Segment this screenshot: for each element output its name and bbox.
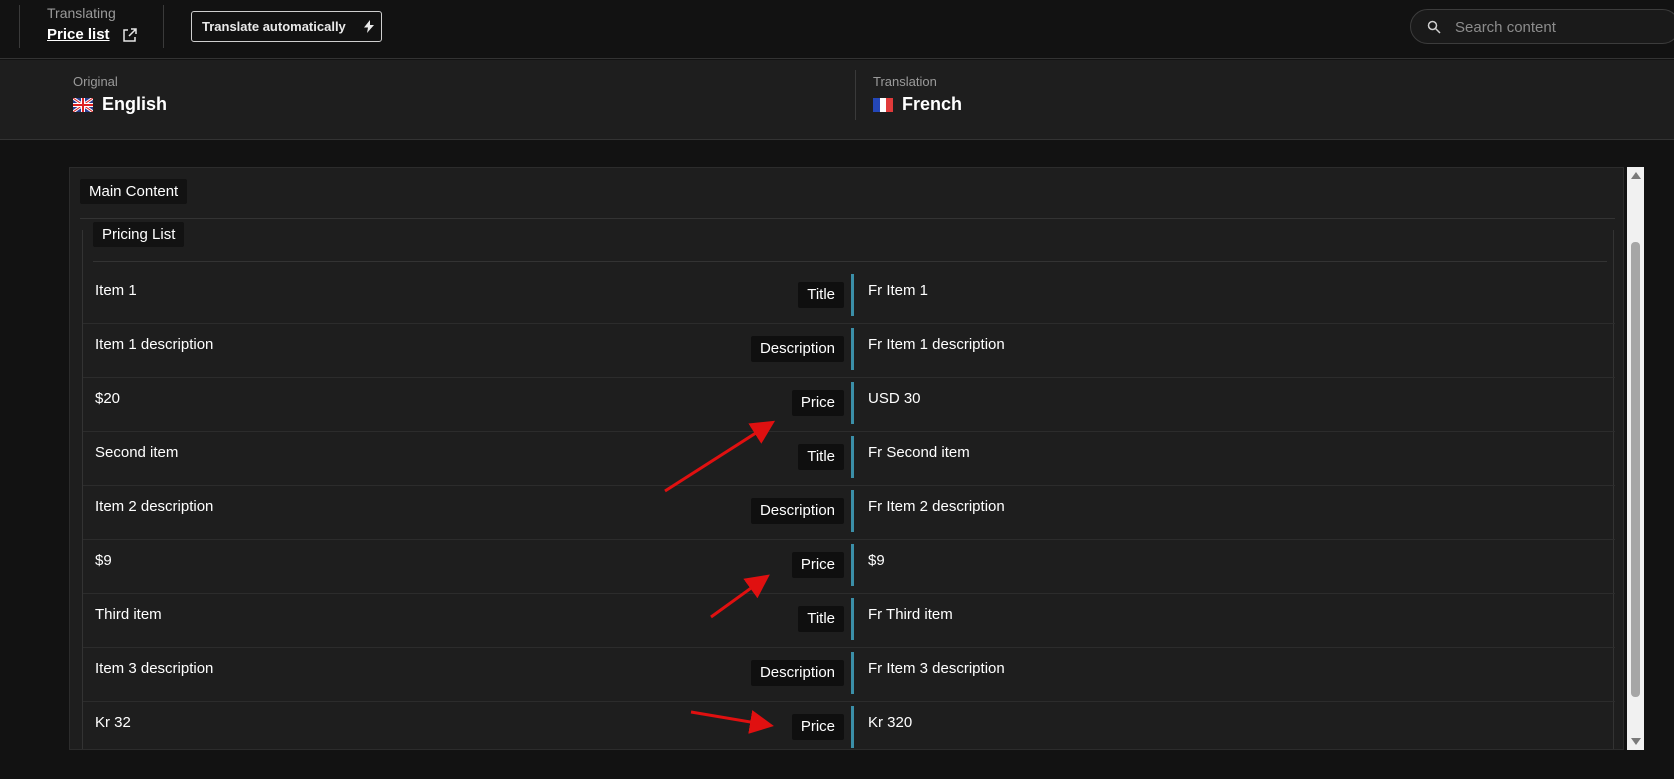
translation-text[interactable]: Fr Third item bbox=[868, 606, 953, 623]
original-text: Item 1 bbox=[95, 282, 137, 299]
accent-bar bbox=[851, 544, 854, 586]
original-language: Original English bbox=[73, 74, 167, 115]
field-type-tag: Description bbox=[750, 660, 844, 686]
lightning-icon bbox=[363, 20, 374, 33]
field-type-tag: Price bbox=[791, 390, 844, 416]
translation-text[interactable]: USD 30 bbox=[868, 390, 921, 407]
translation-text[interactable]: Fr Second item bbox=[868, 444, 970, 461]
language-header: Original English Translation French bbox=[0, 60, 1674, 140]
translation-text[interactable]: Fr Item 1 bbox=[868, 282, 928, 299]
translating-label: Translating bbox=[47, 5, 116, 21]
accent-bar bbox=[851, 274, 854, 316]
table-row: Item 3 description Description Fr Item 3… bbox=[83, 648, 1615, 702]
field-type-tag: Title bbox=[798, 606, 844, 632]
translation-text[interactable]: Fr Item 2 description bbox=[868, 498, 1005, 515]
table-row: Item 2 description Description Fr Item 2… bbox=[83, 486, 1615, 540]
table-row: Second item Title Fr Second item bbox=[83, 432, 1615, 486]
search-input[interactable] bbox=[1455, 15, 1665, 39]
original-text: Item 1 description bbox=[95, 336, 214, 353]
original-text: Third item bbox=[95, 606, 162, 623]
translate-automatically-button[interactable]: Translate automatically bbox=[191, 11, 382, 42]
accent-bar bbox=[851, 598, 854, 640]
uk-flag-icon bbox=[73, 97, 93, 112]
table-row: Item 1 Title Fr Item 1 bbox=[83, 270, 1615, 324]
translate-button-label: Translate automatically bbox=[202, 19, 346, 34]
original-text: Second item bbox=[95, 444, 179, 461]
divider bbox=[163, 5, 164, 48]
table-row: $9 Price $9 bbox=[83, 540, 1615, 594]
divider bbox=[80, 218, 1615, 219]
field-type-tag: Price bbox=[791, 714, 844, 740]
table-row: Kr 32 Price Kr 320 bbox=[83, 702, 1615, 749]
content-panel: Main Content Pricing List Item 1 Title F… bbox=[69, 167, 1624, 750]
original-text: $20 bbox=[95, 390, 121, 407]
document-title-link[interactable]: Price list bbox=[47, 26, 110, 43]
divider bbox=[855, 70, 856, 120]
translation-text[interactable]: Fr Item 1 description bbox=[868, 336, 1005, 353]
accent-bar bbox=[851, 490, 854, 532]
original-language-name: English bbox=[102, 94, 168, 114]
top-bar: Translating Price list Translate automat… bbox=[0, 0, 1674, 59]
translation-language: Translation French bbox=[873, 74, 962, 115]
scrollbar-thumb[interactable] bbox=[1631, 242, 1640, 697]
search-box[interactable] bbox=[1410, 9, 1674, 44]
translation-label: Translation bbox=[873, 74, 937, 89]
translation-language-name: French bbox=[902, 94, 963, 114]
scroll-up-arrow-icon[interactable] bbox=[1631, 172, 1641, 179]
accent-bar bbox=[851, 328, 854, 370]
group-label-main-content: Main Content bbox=[80, 179, 188, 204]
field-type-tag: Description bbox=[750, 336, 844, 362]
accent-bar bbox=[851, 706, 854, 748]
divider bbox=[19, 5, 20, 48]
table-row: Third item Title Fr Third item bbox=[83, 594, 1615, 648]
translation-text[interactable]: Kr 320 bbox=[868, 714, 912, 731]
accent-bar bbox=[851, 436, 854, 478]
field-type-tag: Title bbox=[798, 282, 844, 308]
field-type-tag: Title bbox=[798, 444, 844, 470]
field-type-tag: Price bbox=[791, 552, 844, 578]
scroll-down-arrow-icon[interactable] bbox=[1631, 738, 1641, 745]
original-text: Item 3 description bbox=[95, 660, 214, 677]
original-label: Original bbox=[73, 74, 118, 89]
table-row: $20 Price USD 30 bbox=[83, 378, 1615, 432]
translation-text[interactable]: $9 bbox=[868, 552, 885, 569]
pricing-list-group: Pricing List Item 1 Title Fr Item 1 Item… bbox=[82, 222, 1615, 749]
table-row: Item 1 description Description Fr Item 1… bbox=[83, 324, 1615, 378]
search-icon bbox=[1427, 20, 1441, 34]
scrollbar[interactable] bbox=[1627, 167, 1644, 750]
translation-text[interactable]: Fr Item 3 description bbox=[868, 660, 1005, 677]
subgroup-label-pricing-list: Pricing List bbox=[93, 222, 185, 247]
france-flag-icon bbox=[873, 97, 893, 112]
external-link-icon[interactable] bbox=[122, 27, 138, 43]
original-text: Kr 32 bbox=[95, 714, 131, 731]
original-text: Item 2 description bbox=[95, 498, 214, 515]
accent-bar bbox=[851, 652, 854, 694]
accent-bar bbox=[851, 382, 854, 424]
original-text: $9 bbox=[95, 552, 112, 569]
field-type-tag: Description bbox=[750, 498, 844, 524]
divider bbox=[93, 261, 1607, 262]
